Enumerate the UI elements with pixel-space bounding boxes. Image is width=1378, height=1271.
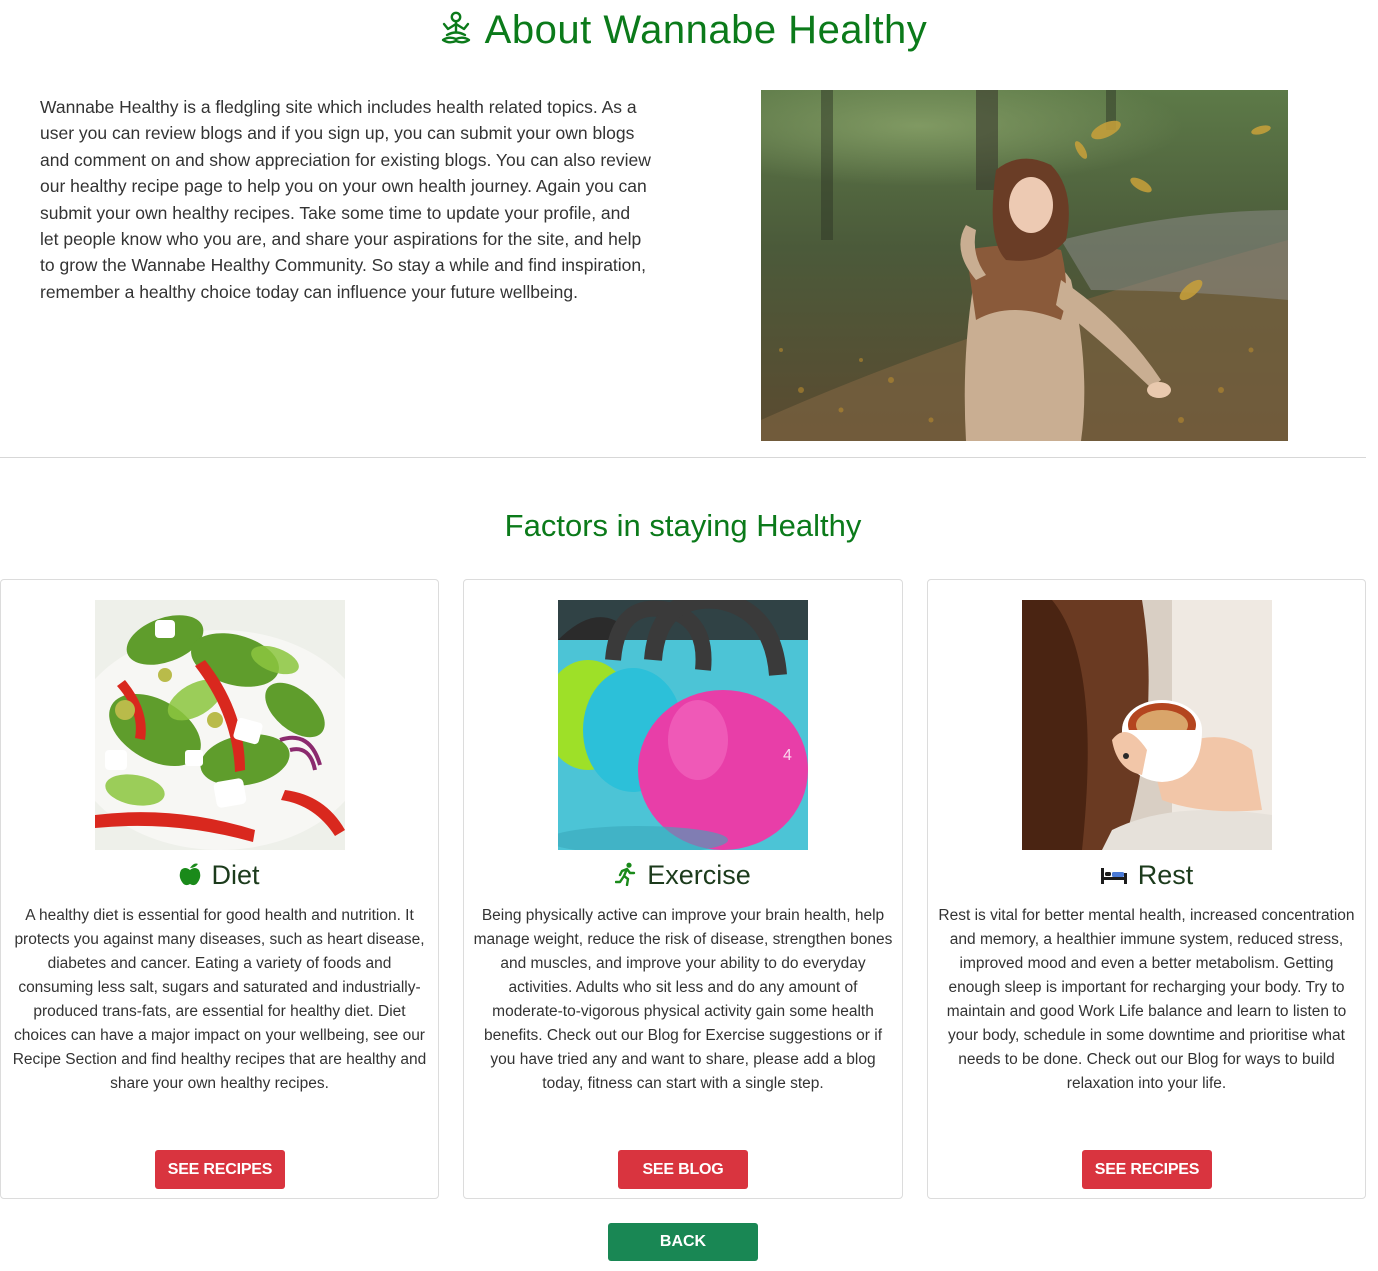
coffee-cup-photo bbox=[1022, 600, 1272, 850]
rest-heading: Rest bbox=[928, 860, 1365, 893]
see-recipes-button-rest[interactable]: SEE RECIPES bbox=[1082, 1150, 1212, 1189]
kettlebells-photo: 4 bbox=[558, 600, 808, 850]
diet-heading-text: Diet bbox=[211, 860, 260, 890]
diet-text: A healthy diet is essential for good hea… bbox=[12, 907, 427, 1092]
rest-heading-text: Rest bbox=[1137, 860, 1194, 890]
meditation-icon bbox=[439, 11, 473, 57]
see-blog-button[interactable]: SEE BLOG bbox=[618, 1150, 748, 1189]
apple-icon bbox=[179, 862, 201, 893]
page-title-text: About Wannabe Healthy bbox=[484, 8, 928, 52]
woman-in-autumn-leaves-photo bbox=[761, 90, 1288, 441]
factors-title: Factors in staying Healthy bbox=[504, 508, 862, 543]
rest-text: Rest is vital for better mental health, … bbox=[938, 907, 1355, 1092]
salad-photo bbox=[95, 600, 345, 850]
rest-card: Rest Rest is vital for better mental hea… bbox=[927, 579, 1366, 1199]
hero-photo bbox=[761, 90, 1288, 441]
exercise-heading: Exercise bbox=[464, 860, 902, 893]
diet-card: Diet A healthy diet is essential for goo… bbox=[0, 579, 439, 1199]
section-divider bbox=[0, 457, 1366, 458]
svg-text:4: 4 bbox=[783, 747, 792, 764]
about-paragraph: Wannabe Healthy is a fledgling site whic… bbox=[40, 97, 651, 302]
bed-icon bbox=[1100, 862, 1128, 893]
back-button[interactable]: BACK bbox=[608, 1223, 758, 1261]
exercise-heading-text: Exercise bbox=[647, 860, 751, 890]
running-person-icon bbox=[615, 862, 637, 893]
exercise-card: 4 Exercise Being physically active can i… bbox=[463, 579, 903, 1199]
diet-heading: Diet bbox=[1, 860, 438, 893]
exercise-text: Being physically active can improve your… bbox=[473, 907, 893, 1092]
see-recipes-button[interactable]: SEE RECIPES bbox=[155, 1150, 285, 1189]
page-title: About Wannabe Healthy bbox=[0, 8, 1366, 57]
